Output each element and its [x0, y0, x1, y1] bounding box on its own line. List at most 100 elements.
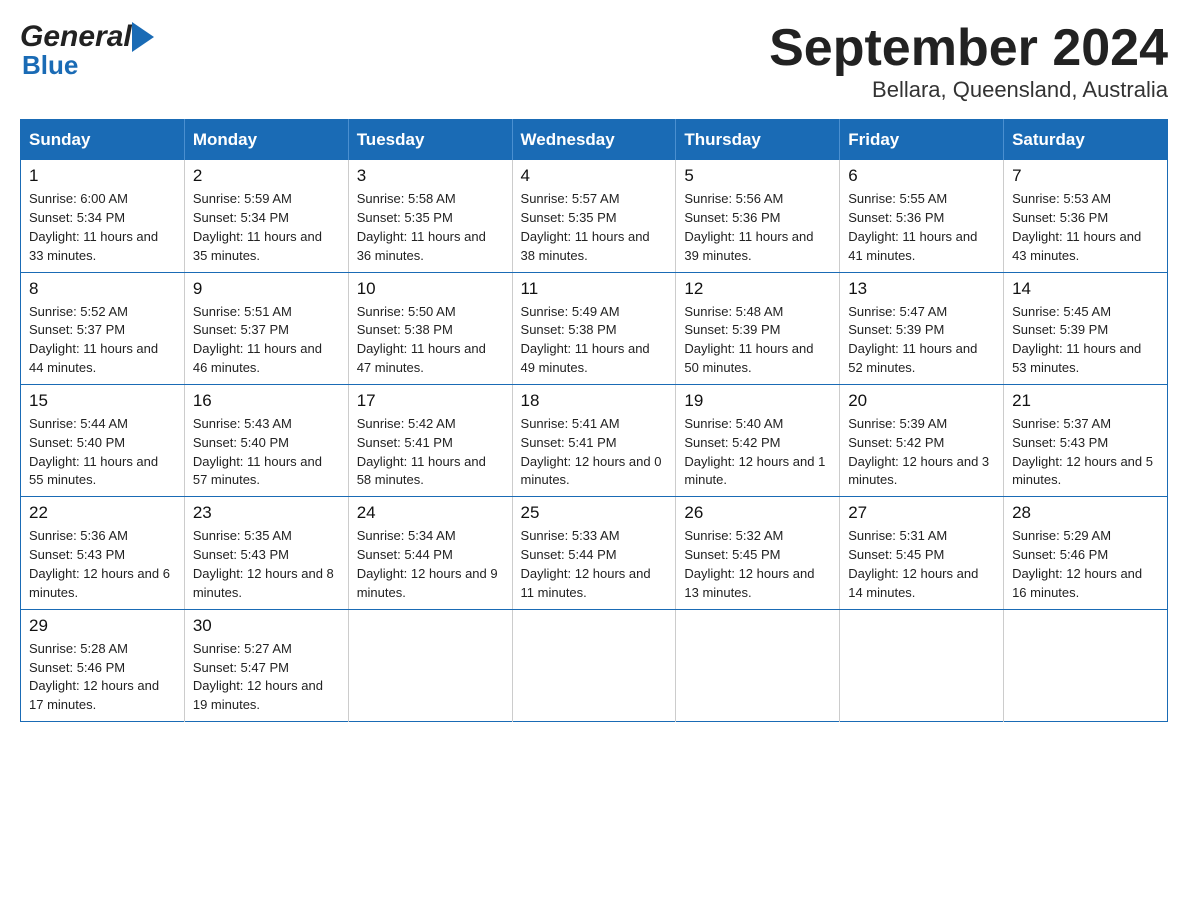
- col-tuesday: Tuesday: [348, 120, 512, 161]
- table-row: 15 Sunrise: 5:44 AM Sunset: 5:40 PM Dayl…: [21, 384, 185, 496]
- calendar-subtitle: Bellara, Queensland, Australia: [769, 77, 1168, 103]
- sunset-label: Sunset: 5:42 PM: [684, 435, 780, 450]
- table-row: 27 Sunrise: 5:31 AM Sunset: 5:45 PM Dayl…: [840, 497, 1004, 609]
- table-row: 19 Sunrise: 5:40 AM Sunset: 5:42 PM Dayl…: [676, 384, 840, 496]
- day-info: Sunrise: 5:34 AM Sunset: 5:44 PM Dayligh…: [357, 527, 504, 602]
- sunset-label: Sunset: 5:34 PM: [29, 210, 125, 225]
- daylight-label: Daylight: 11 hours and 58 minutes.: [357, 454, 486, 488]
- sunset-label: Sunset: 5:42 PM: [848, 435, 944, 450]
- sunrise-label: Sunrise: 5:43 AM: [193, 416, 292, 431]
- day-number: 15: [29, 391, 176, 411]
- sunrise-label: Sunrise: 5:51 AM: [193, 304, 292, 319]
- sunset-label: Sunset: 5:44 PM: [357, 547, 453, 562]
- sunrise-label: Sunrise: 5:37 AM: [1012, 416, 1111, 431]
- day-info: Sunrise: 5:31 AM Sunset: 5:45 PM Dayligh…: [848, 527, 995, 602]
- day-number: 29: [29, 616, 176, 636]
- day-number: 24: [357, 503, 504, 523]
- sunrise-label: Sunrise: 6:00 AM: [29, 191, 128, 206]
- sunrise-label: Sunrise: 5:56 AM: [684, 191, 783, 206]
- table-row: [1004, 609, 1168, 721]
- calendar-table: Sunday Monday Tuesday Wednesday Thursday…: [20, 119, 1168, 722]
- daylight-label: Daylight: 11 hours and 36 minutes.: [357, 229, 486, 263]
- day-number: 2: [193, 166, 340, 186]
- day-number: 17: [357, 391, 504, 411]
- sunrise-label: Sunrise: 5:28 AM: [29, 641, 128, 656]
- day-info: Sunrise: 5:45 AM Sunset: 5:39 PM Dayligh…: [1012, 303, 1159, 378]
- sunset-label: Sunset: 5:39 PM: [848, 322, 944, 337]
- daylight-label: Daylight: 12 hours and 9 minutes.: [357, 566, 498, 600]
- sunset-label: Sunset: 5:41 PM: [357, 435, 453, 450]
- daylight-label: Daylight: 11 hours and 57 minutes.: [193, 454, 322, 488]
- sunrise-label: Sunrise: 5:42 AM: [357, 416, 456, 431]
- daylight-label: Daylight: 12 hours and 0 minutes.: [521, 454, 662, 488]
- sunset-label: Sunset: 5:39 PM: [1012, 322, 1108, 337]
- day-info: Sunrise: 5:59 AM Sunset: 5:34 PM Dayligh…: [193, 190, 340, 265]
- daylight-label: Daylight: 12 hours and 8 minutes.: [193, 566, 334, 600]
- daylight-label: Daylight: 12 hours and 6 minutes.: [29, 566, 170, 600]
- sunset-label: Sunset: 5:35 PM: [521, 210, 617, 225]
- logo-blue-text: Blue: [20, 50, 78, 81]
- sunset-label: Sunset: 5:44 PM: [521, 547, 617, 562]
- page-header: General Blue September 2024 Bellara, Que…: [20, 20, 1168, 103]
- day-number: 25: [521, 503, 668, 523]
- sunset-label: Sunset: 5:43 PM: [1012, 435, 1108, 450]
- table-row: 26 Sunrise: 5:32 AM Sunset: 5:45 PM Dayl…: [676, 497, 840, 609]
- table-row: 23 Sunrise: 5:35 AM Sunset: 5:43 PM Dayl…: [184, 497, 348, 609]
- day-info: Sunrise: 5:33 AM Sunset: 5:44 PM Dayligh…: [521, 527, 668, 602]
- daylight-label: Daylight: 11 hours and 33 minutes.: [29, 229, 158, 263]
- day-number: 1: [29, 166, 176, 186]
- day-number: 7: [1012, 166, 1159, 186]
- sunset-label: Sunset: 5:45 PM: [848, 547, 944, 562]
- day-number: 30: [193, 616, 340, 636]
- day-number: 9: [193, 279, 340, 299]
- day-info: Sunrise: 5:49 AM Sunset: 5:38 PM Dayligh…: [521, 303, 668, 378]
- day-info: Sunrise: 5:41 AM Sunset: 5:41 PM Dayligh…: [521, 415, 668, 490]
- day-number: 20: [848, 391, 995, 411]
- sunset-label: Sunset: 5:36 PM: [1012, 210, 1108, 225]
- sunrise-label: Sunrise: 5:39 AM: [848, 416, 947, 431]
- col-friday: Friday: [840, 120, 1004, 161]
- day-info: Sunrise: 5:29 AM Sunset: 5:46 PM Dayligh…: [1012, 527, 1159, 602]
- sunset-label: Sunset: 5:43 PM: [29, 547, 125, 562]
- sunset-label: Sunset: 5:37 PM: [29, 322, 125, 337]
- day-number: 6: [848, 166, 995, 186]
- col-thursday: Thursday: [676, 120, 840, 161]
- daylight-label: Daylight: 12 hours and 17 minutes.: [29, 678, 159, 712]
- col-monday: Monday: [184, 120, 348, 161]
- logo: General Blue: [20, 20, 154, 81]
- table-row: 20 Sunrise: 5:39 AM Sunset: 5:42 PM Dayl…: [840, 384, 1004, 496]
- calendar-week-3: 15 Sunrise: 5:44 AM Sunset: 5:40 PM Dayl…: [21, 384, 1168, 496]
- daylight-label: Daylight: 12 hours and 13 minutes.: [684, 566, 814, 600]
- sunset-label: Sunset: 5:37 PM: [193, 322, 289, 337]
- sunset-label: Sunset: 5:35 PM: [357, 210, 453, 225]
- day-info: Sunrise: 5:51 AM Sunset: 5:37 PM Dayligh…: [193, 303, 340, 378]
- table-row: 17 Sunrise: 5:42 AM Sunset: 5:41 PM Dayl…: [348, 384, 512, 496]
- daylight-label: Daylight: 11 hours and 55 minutes.: [29, 454, 158, 488]
- calendar-title: September 2024: [769, 20, 1168, 77]
- sunset-label: Sunset: 5:41 PM: [521, 435, 617, 450]
- day-info: Sunrise: 5:42 AM Sunset: 5:41 PM Dayligh…: [357, 415, 504, 490]
- day-info: Sunrise: 5:55 AM Sunset: 5:36 PM Dayligh…: [848, 190, 995, 265]
- logo-triangle-icon: [132, 22, 154, 52]
- sunrise-label: Sunrise: 5:32 AM: [684, 528, 783, 543]
- calendar-week-4: 22 Sunrise: 5:36 AM Sunset: 5:43 PM Dayl…: [21, 497, 1168, 609]
- sunrise-label: Sunrise: 5:44 AM: [29, 416, 128, 431]
- day-info: Sunrise: 5:36 AM Sunset: 5:43 PM Dayligh…: [29, 527, 176, 602]
- calendar-title-area: September 2024 Bellara, Queensland, Aust…: [769, 20, 1168, 103]
- table-row: [348, 609, 512, 721]
- day-info: Sunrise: 5:56 AM Sunset: 5:36 PM Dayligh…: [684, 190, 831, 265]
- col-wednesday: Wednesday: [512, 120, 676, 161]
- table-row: 6 Sunrise: 5:55 AM Sunset: 5:36 PM Dayli…: [840, 160, 1004, 272]
- day-number: 18: [521, 391, 668, 411]
- day-number: 13: [848, 279, 995, 299]
- sunrise-label: Sunrise: 5:27 AM: [193, 641, 292, 656]
- sunrise-label: Sunrise: 5:49 AM: [521, 304, 620, 319]
- daylight-label: Daylight: 11 hours and 46 minutes.: [193, 341, 322, 375]
- day-info: Sunrise: 5:53 AM Sunset: 5:36 PM Dayligh…: [1012, 190, 1159, 265]
- table-row: 30 Sunrise: 5:27 AM Sunset: 5:47 PM Dayl…: [184, 609, 348, 721]
- day-info: Sunrise: 5:35 AM Sunset: 5:43 PM Dayligh…: [193, 527, 340, 602]
- table-row: 11 Sunrise: 5:49 AM Sunset: 5:38 PM Dayl…: [512, 272, 676, 384]
- day-number: 16: [193, 391, 340, 411]
- daylight-label: Daylight: 11 hours and 38 minutes.: [521, 229, 650, 263]
- daylight-label: Daylight: 11 hours and 43 minutes.: [1012, 229, 1141, 263]
